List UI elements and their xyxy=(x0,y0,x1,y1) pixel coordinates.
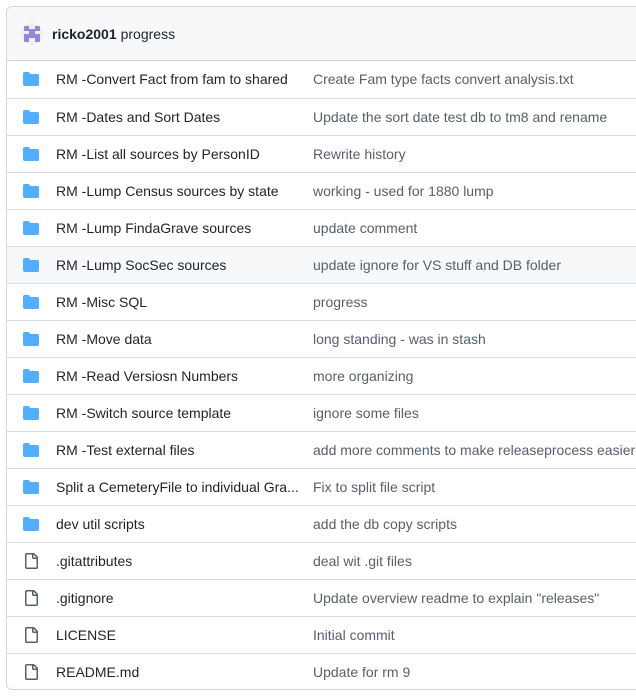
folder-row[interactable]: RM -Test external files add more comments… xyxy=(7,431,636,468)
folder-name-link[interactable]: Split a CemeteryFile to individual Gra..… xyxy=(56,479,301,496)
commit-message-link[interactable]: long standing - was in stash xyxy=(313,331,486,348)
file-name-link[interactable]: .gitignore xyxy=(56,590,301,607)
folder-name-link[interactable]: RM -List all sources by PersonID xyxy=(56,146,301,163)
commit-message-link[interactable]: update ignore for VS stuff and DB folder xyxy=(313,257,561,274)
folder-name-link[interactable]: RM -Convert Fact from fam to shared xyxy=(56,71,301,88)
file-icon xyxy=(23,664,39,680)
folder-name-link[interactable]: RM -Move data xyxy=(56,331,301,348)
folder-row[interactable]: RM -Move data long standing - was in stas… xyxy=(7,320,636,357)
commit-message-link[interactable]: add the db copy scripts xyxy=(313,516,457,533)
folder-name-link[interactable]: RM -Read Versiosn Numbers xyxy=(56,368,301,385)
folder-name-link[interactable]: RM -Lump FindaGrave sources xyxy=(56,220,301,237)
file-rows: RM -Convert Fact from fam to shared Creat… xyxy=(7,61,636,689)
commit-message-link[interactable]: ignore some files xyxy=(313,405,419,422)
file-icon xyxy=(23,590,39,606)
commit-message-link[interactable]: Update for rm 9 xyxy=(313,664,410,681)
commit-message-link[interactable]: Update overview readme to explain "relea… xyxy=(313,590,599,607)
folder-row[interactable]: RM -Read Versiosn Numbers more organizing xyxy=(7,357,636,394)
commit-message-link[interactable]: Rewrite history xyxy=(313,146,406,163)
folder-row[interactable]: Split a CemeteryFile to individual Gra..… xyxy=(7,468,636,505)
file-icon xyxy=(23,553,39,569)
folder-icon xyxy=(23,109,39,125)
folder-name-link[interactable]: RM -Dates and Sort Dates xyxy=(56,109,301,126)
file-list-box: ricko2001 progress RM -Convert Fact from… xyxy=(6,6,636,690)
folder-name-link[interactable]: RM -Lump SocSec sources xyxy=(56,257,301,274)
file-row[interactable]: .gitignore Update overview readme to expl… xyxy=(7,579,636,616)
commit-message-link[interactable]: Create Fam type facts convert analysis.t… xyxy=(313,71,574,88)
folder-icon xyxy=(23,220,39,236)
folder-row[interactable]: dev util scripts add the db copy scripts xyxy=(7,505,636,542)
folder-icon xyxy=(23,368,39,384)
folder-name-link[interactable]: RM -Switch source template xyxy=(56,405,301,422)
folder-icon xyxy=(23,331,39,347)
folder-row[interactable]: RM -Lump FindaGrave sources update commen… xyxy=(7,209,636,246)
commit-message-link[interactable]: Fix to split file script xyxy=(313,479,435,496)
folder-icon xyxy=(23,405,39,421)
file-row[interactable]: LICENSE Initial commit xyxy=(7,616,636,653)
folder-icon xyxy=(23,516,39,532)
file-name-link[interactable]: .gitattributes xyxy=(56,553,301,570)
folder-icon xyxy=(23,442,39,458)
folder-icon xyxy=(23,71,39,87)
folder-row[interactable]: RM -Misc SQL progress xyxy=(7,283,636,320)
file-name-link[interactable]: README.md xyxy=(56,664,301,681)
identicon-icon xyxy=(21,22,43,45)
file-row[interactable]: README.md Update for rm 9 xyxy=(7,653,636,689)
folder-name-link[interactable]: RM -Misc SQL xyxy=(56,294,301,311)
file-row[interactable]: .gitattributes deal wit .git files xyxy=(7,542,636,579)
folder-icon xyxy=(23,257,39,273)
avatar[interactable] xyxy=(21,22,43,45)
folder-row[interactable]: RM -Convert Fact from fam to shared Creat… xyxy=(7,61,636,98)
latest-commit-header: ricko2001 progress xyxy=(7,7,636,61)
folder-name-link[interactable]: RM -Test external files xyxy=(56,442,301,459)
commit-message-link[interactable]: working - used for 1880 lump xyxy=(313,183,494,200)
commit-message-link[interactable]: Initial commit xyxy=(313,627,395,644)
folder-row[interactable]: RM -Lump SocSec sources update ignore for… xyxy=(7,246,636,283)
folder-row[interactable]: RM -List all sources by PersonID Rewrite … xyxy=(7,135,636,172)
commit-message-link[interactable]: update comment xyxy=(313,220,417,237)
folder-icon xyxy=(23,294,39,310)
file-icon xyxy=(23,627,39,643)
commit-message-link[interactable]: add more comments to make releaseprocess… xyxy=(313,442,635,459)
commit-message-link[interactable]: progress xyxy=(121,26,175,42)
commit-author-link[interactable]: ricko2001 xyxy=(52,26,117,42)
commit-message-link[interactable]: progress xyxy=(313,294,367,311)
folder-row[interactable]: RM -Switch source template ignore some fi… xyxy=(7,394,636,431)
folder-name-link[interactable]: RM -Lump Census sources by state xyxy=(56,183,301,200)
file-name-link[interactable]: LICENSE xyxy=(56,627,301,644)
commit-message-link[interactable]: deal wit .git files xyxy=(313,553,412,570)
folder-icon xyxy=(23,183,39,199)
folder-name-link[interactable]: dev util scripts xyxy=(56,516,301,533)
folder-icon xyxy=(23,146,39,162)
folder-icon xyxy=(23,479,39,495)
commit-message-link[interactable]: more organizing xyxy=(313,368,413,385)
folder-row[interactable]: RM -Lump Census sources by state working … xyxy=(7,172,636,209)
folder-row[interactable]: RM -Dates and Sort Dates Update the sort … xyxy=(7,98,636,135)
commit-message-link[interactable]: Update the sort date test db to tm8 and … xyxy=(313,109,607,126)
